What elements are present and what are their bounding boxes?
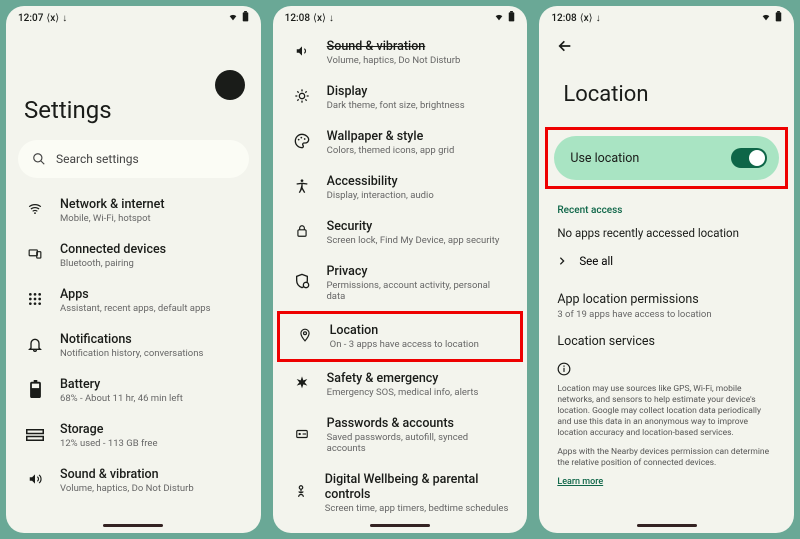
apps-icon bbox=[27, 291, 43, 311]
location-settings-screen: 12:08 ⟨x⟩ ↓ Location Use location Recent… bbox=[539, 6, 794, 533]
status-indicator: ⟨x⟩ bbox=[580, 13, 593, 24]
settings-scrolled-screen: 12:08 ⟨x⟩ ↓ Sound & vibrationVolume, hap… bbox=[273, 6, 528, 533]
app-permissions-title[interactable]: App location permissions bbox=[557, 292, 776, 307]
recent-access-empty: No apps recently accessed location bbox=[557, 226, 776, 240]
download-icon: ↓ bbox=[329, 13, 334, 24]
download-icon: ↓ bbox=[596, 13, 601, 24]
battery-icon bbox=[775, 11, 782, 25]
lock-icon bbox=[295, 223, 309, 243]
use-location-label: Use location bbox=[570, 151, 639, 166]
status-bar: 12:08 ⟨x⟩ ↓ bbox=[273, 6, 528, 26]
chevron-right-icon bbox=[557, 256, 567, 266]
wifi-icon bbox=[227, 12, 239, 25]
accessibility-icon bbox=[294, 177, 310, 199]
battery-icon bbox=[508, 11, 515, 25]
search-placeholder: Search settings bbox=[56, 152, 139, 166]
item-sound[interactable]: Sound & vibrationVolume, haptics, Do Not… bbox=[277, 30, 524, 75]
item-passwords[interactable]: Passwords & accountsSaved passwords, aut… bbox=[277, 407, 524, 463]
item-apps[interactable]: AppsAssistant, recent apps, default apps bbox=[10, 278, 257, 323]
settings-main-screen: 12:07 ⟨x⟩ ↓ Settings Search settings Net… bbox=[6, 6, 261, 533]
sound-icon bbox=[27, 471, 43, 490]
emergency-icon bbox=[294, 375, 310, 395]
item-wallpaper[interactable]: Wallpaper & styleColors, themed icons, a… bbox=[277, 120, 524, 165]
nav-handle[interactable] bbox=[370, 524, 430, 527]
back-arrow-icon bbox=[555, 38, 575, 54]
status-bar: 12:07 ⟨x⟩ ↓ bbox=[6, 6, 261, 26]
privacy-icon bbox=[294, 273, 310, 293]
item-safety[interactable]: Safety & emergencyEmergency SOS, medical… bbox=[277, 362, 524, 407]
status-time: 12:08 bbox=[551, 13, 576, 24]
item-battery[interactable]: Battery68% - About 11 hr, 46 min left bbox=[10, 368, 257, 413]
nav-handle[interactable] bbox=[637, 524, 697, 527]
item-display[interactable]: DisplayDark theme, font size, brightness bbox=[277, 75, 524, 120]
location-services-title[interactable]: Location services bbox=[557, 334, 776, 349]
status-time: 12:08 bbox=[285, 13, 310, 24]
battery-icon bbox=[242, 11, 249, 25]
see-all-row[interactable]: See all bbox=[557, 254, 776, 268]
battery-icon bbox=[30, 380, 41, 402]
item-accessibility[interactable]: AccessibilityDisplay, interaction, audio bbox=[277, 165, 524, 210]
item-storage[interactable]: Storage12% used - 113 GB free bbox=[10, 413, 257, 458]
status-bar: 12:08 ⟨x⟩ ↓ bbox=[539, 6, 794, 26]
app-permissions-sub: 3 of 19 apps have access to location bbox=[557, 309, 776, 320]
status-indicator: ⟨x⟩ bbox=[46, 13, 59, 24]
settings-list-scrolled: Sound & vibrationVolume, haptics, Do Not… bbox=[273, 26, 528, 520]
item-connected-devices[interactable]: Connected devicesBluetooth, pairing bbox=[10, 233, 257, 278]
item-sound[interactable]: Sound & vibrationVolume, haptics, Do Not… bbox=[10, 458, 257, 503]
devices-icon bbox=[26, 246, 44, 265]
wifi-icon bbox=[760, 12, 772, 25]
key-icon bbox=[294, 426, 310, 445]
profile-avatar[interactable] bbox=[215, 70, 245, 100]
search-settings[interactable]: Search settings bbox=[18, 140, 249, 178]
wifi-icon bbox=[493, 12, 505, 25]
brightness-icon bbox=[294, 88, 310, 108]
see-all-label: See all bbox=[579, 254, 613, 268]
back-button[interactable] bbox=[539, 26, 794, 58]
recent-access-label: Recent access bbox=[557, 205, 776, 216]
page-title: Settings bbox=[24, 96, 261, 124]
download-icon: ↓ bbox=[62, 13, 67, 24]
settings-list: Network & internetMobile, Wi-Fi, hotspot… bbox=[6, 188, 261, 520]
status-indicator: ⟨x⟩ bbox=[313, 13, 326, 24]
location-info-2: Apps with the Nearby devices permission … bbox=[557, 447, 776, 469]
item-privacy[interactable]: PrivacyPermissions, account activity, pe… bbox=[277, 255, 524, 311]
storage-icon bbox=[26, 426, 44, 445]
use-location-highlight: Use location bbox=[545, 127, 788, 189]
item-security[interactable]: SecurityScreen lock, Find My Device, app… bbox=[277, 210, 524, 255]
info-icon bbox=[557, 361, 776, 380]
status-time: 12:07 bbox=[18, 13, 43, 24]
bell-icon bbox=[27, 336, 43, 356]
palette-icon bbox=[294, 133, 310, 153]
wellbeing-icon bbox=[294, 482, 308, 504]
search-icon bbox=[32, 152, 46, 166]
location-info-1: Location may use sources like GPS, Wi-Fi… bbox=[557, 384, 776, 439]
item-network[interactable]: Network & internetMobile, Wi-Fi, hotspot bbox=[10, 188, 257, 233]
item-wellbeing[interactable]: Digital Wellbeing & parental controlsScr… bbox=[277, 463, 524, 520]
item-location[interactable]: LocationOn - 3 apps have access to locat… bbox=[277, 311, 524, 362]
item-notifications[interactable]: NotificationsNotification history, conve… bbox=[10, 323, 257, 368]
nav-handle[interactable] bbox=[103, 524, 163, 527]
page-title: Location bbox=[563, 82, 794, 107]
sound-icon bbox=[294, 43, 310, 62]
learn-more-link[interactable]: Learn more bbox=[557, 477, 776, 487]
wifi-icon bbox=[26, 201, 44, 220]
use-location-switch[interactable] bbox=[731, 148, 767, 168]
use-location-row[interactable]: Use location bbox=[554, 136, 779, 180]
location-icon bbox=[298, 326, 312, 348]
